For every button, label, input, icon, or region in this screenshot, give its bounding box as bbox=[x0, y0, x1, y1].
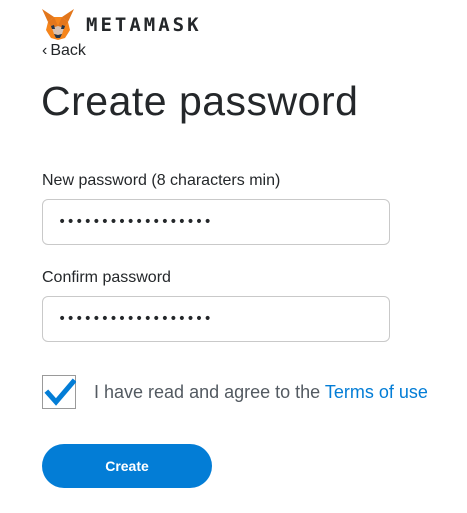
create-password-page: METAMASK ‹ Back Create password New pass… bbox=[0, 0, 467, 513]
brand-header: METAMASK bbox=[40, 8, 202, 42]
chevron-left-icon: ‹ bbox=[42, 42, 48, 59]
metamask-fox-icon bbox=[42, 9, 74, 40]
create-button[interactable]: Create bbox=[42, 444, 212, 488]
confirm-password-input[interactable]: •••••••••••••••••• bbox=[42, 296, 390, 342]
brand-wordmark: METAMASK bbox=[86, 14, 202, 36]
terms-of-use-link[interactable]: Terms of use bbox=[325, 382, 428, 402]
agree-text: I have read and agree to the Terms of us… bbox=[94, 382, 428, 403]
checkmark-icon bbox=[44, 378, 76, 406]
agree-prefix: I have read and agree to the bbox=[94, 381, 325, 402]
back-link[interactable]: ‹ Back bbox=[42, 42, 86, 60]
new-password-value: •••••••••••••••••• bbox=[58, 214, 213, 230]
terms-agreement: I have read and agree to the Terms of us… bbox=[42, 375, 428, 409]
terms-checkbox[interactable] bbox=[42, 375, 76, 409]
back-label: Back bbox=[50, 42, 86, 59]
new-password-label: New password (8 characters min) bbox=[42, 172, 281, 189]
new-password-input[interactable]: •••••••••••••••••• bbox=[42, 199, 390, 245]
confirm-password-label: Confirm password bbox=[42, 269, 171, 286]
confirm-password-value: •••••••••••••••••• bbox=[58, 311, 213, 327]
page-title: Create password bbox=[41, 78, 359, 124]
